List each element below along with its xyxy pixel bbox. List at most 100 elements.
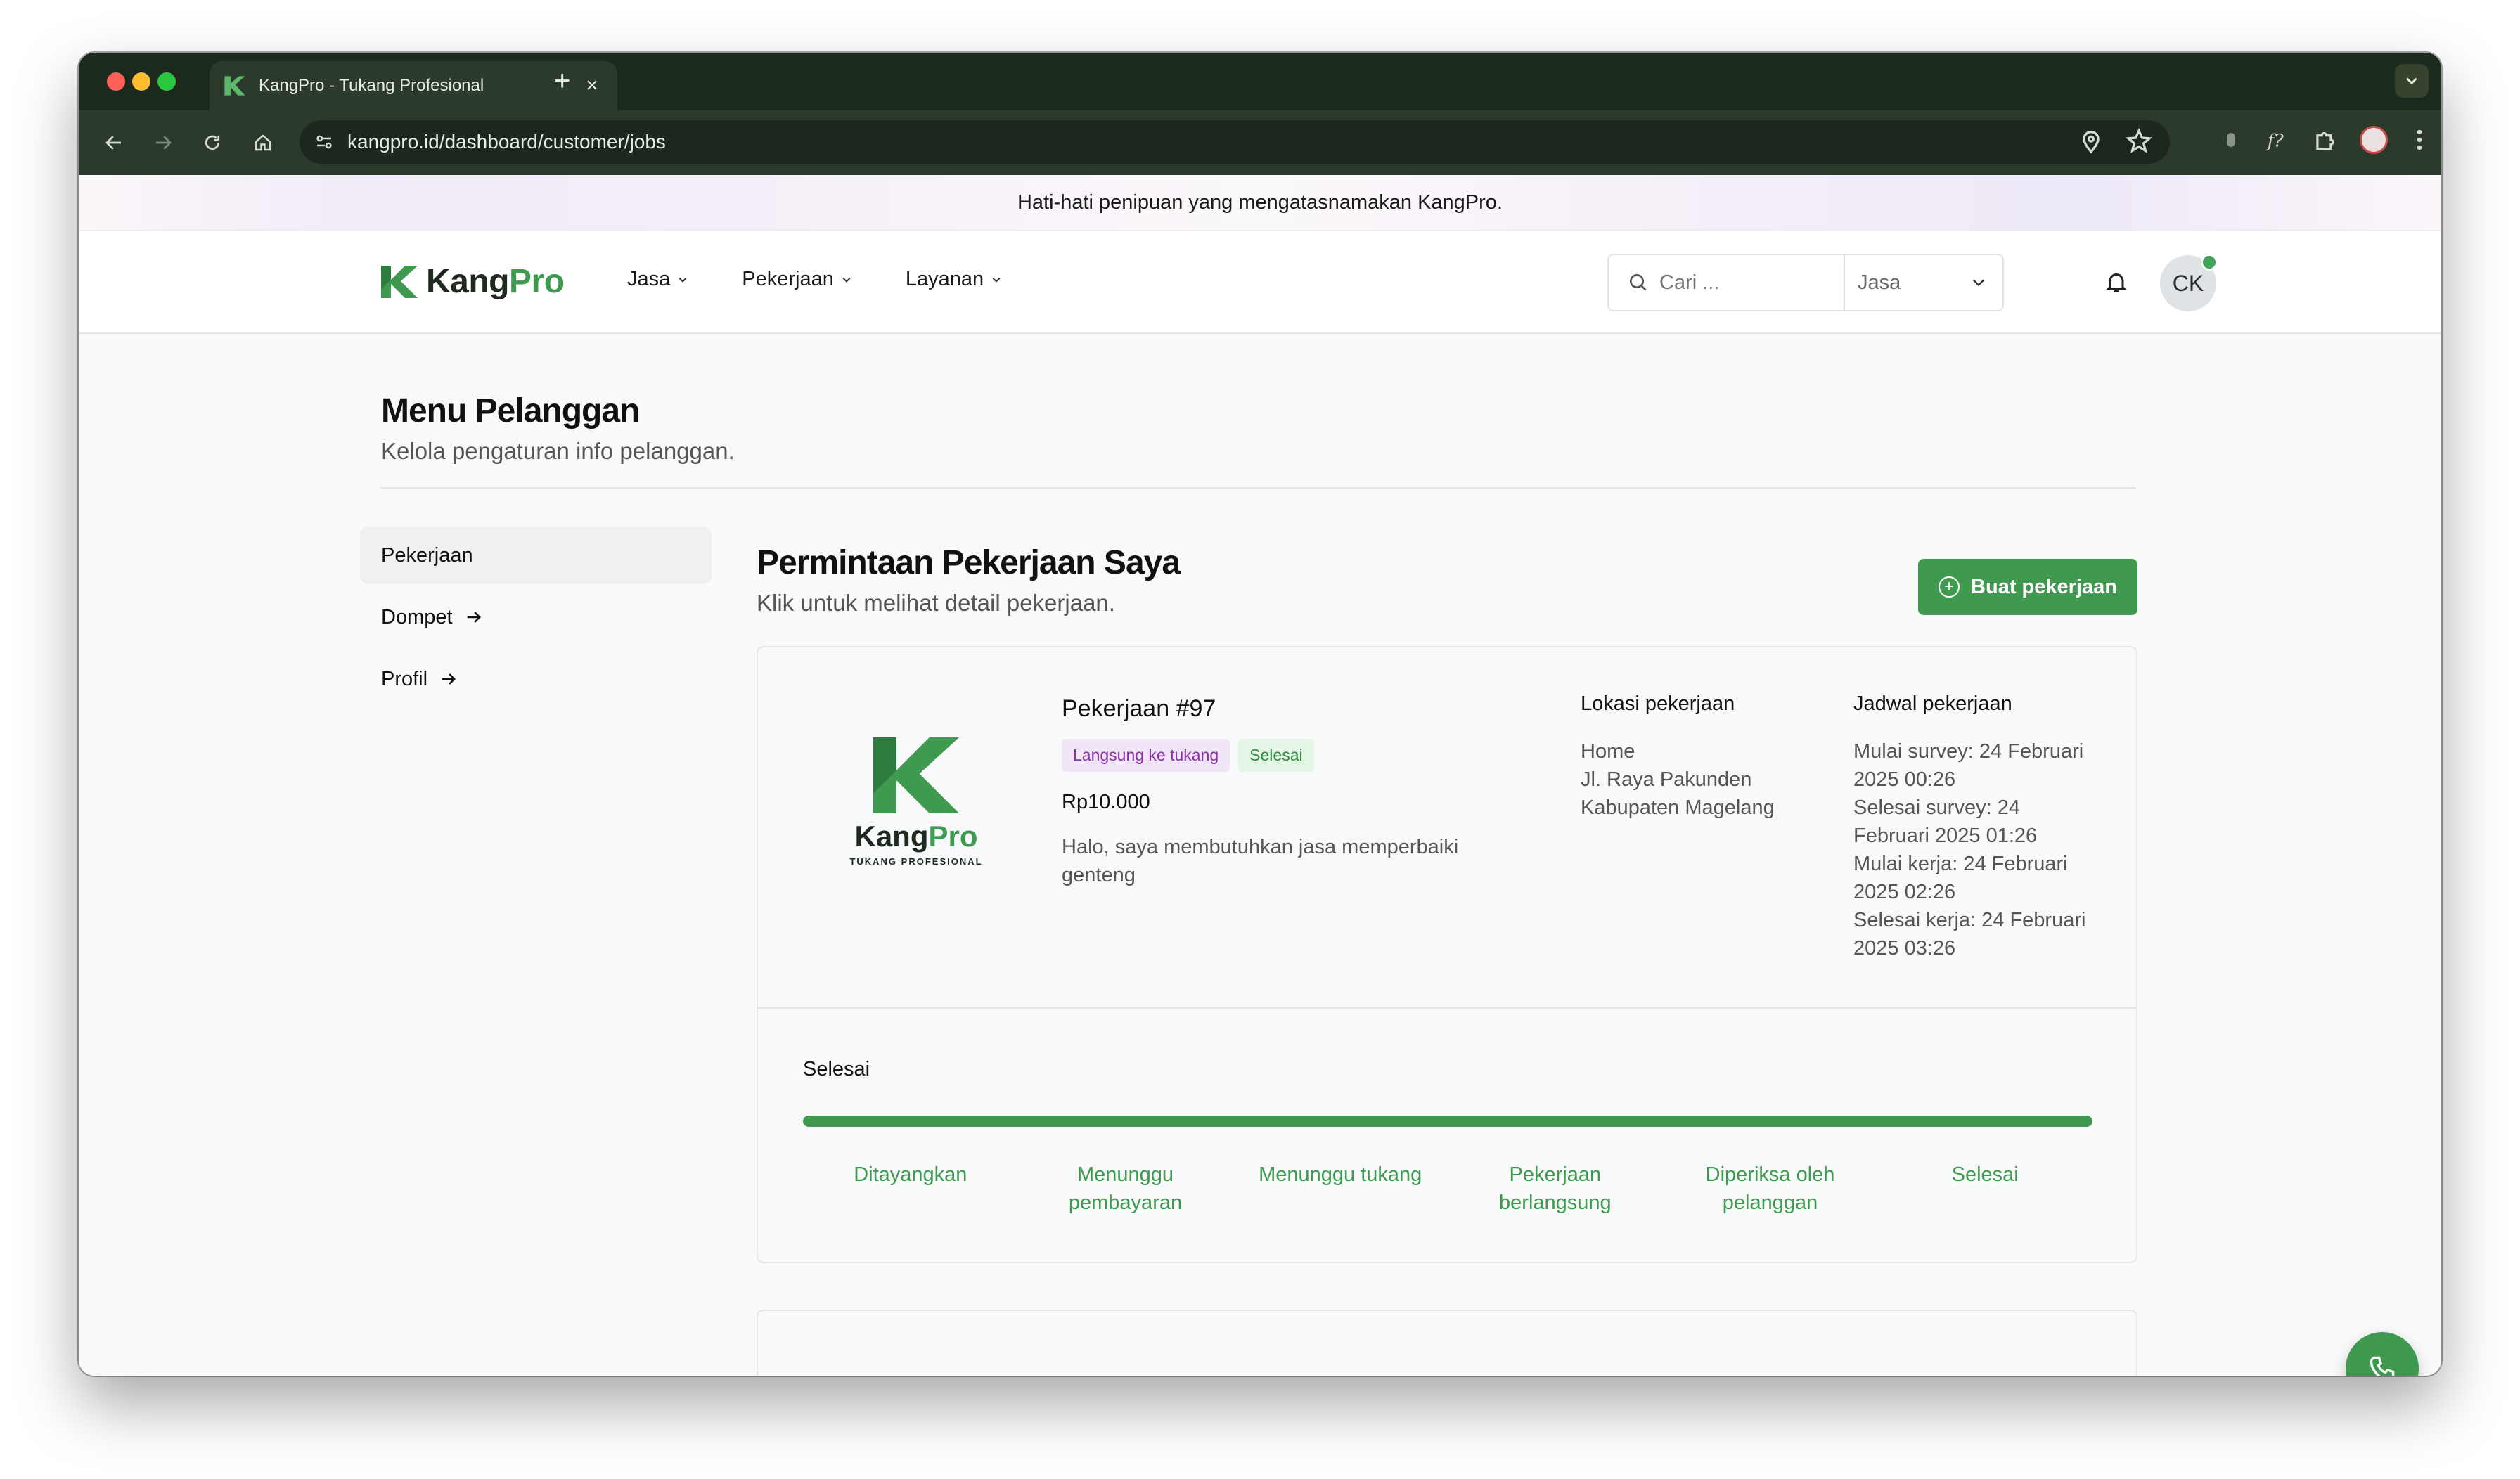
extension-icon[interactable] <box>2219 128 2243 152</box>
back-button[interactable] <box>98 127 129 158</box>
bookmark-star-icon[interactable] <box>2125 127 2153 155</box>
puzzle-extensions-icon[interactable] <box>2312 127 2339 153</box>
job-card[interactable] <box>757 1310 2138 1376</box>
progress-step: Pekerjaan berlangsung <box>1499 1163 1612 1214</box>
profile-avatar[interactable] <box>2360 126 2388 154</box>
nav-jasa[interactable]: Jasa <box>627 268 688 291</box>
address-bar[interactable]: kangpro.id/dashboard/customer/jobs <box>300 120 2170 164</box>
customer-sidebar: Pekerjaan Dompet Profil <box>360 527 712 712</box>
nav-jasa-label: Jasa <box>627 268 671 290</box>
logo-text-pro: Pro <box>509 263 565 300</box>
new-tab-button[interactable]: + <box>554 65 570 96</box>
schedule-heading: Jadwal pekerjaan <box>1853 692 2012 715</box>
job-thumbnail: KangPro TUKANG PROFESIONAL <box>835 737 997 867</box>
progress-step: Selesai <box>1951 1163 2019 1186</box>
page-subtitle: Kelola pengaturan info pelanggan. <box>381 438 735 464</box>
arrow-left-icon <box>105 136 121 150</box>
chevron-down-icon <box>679 277 687 283</box>
browser-window: KangPro - Tukang Profesional × + kangpro… <box>79 53 2441 1376</box>
main-nav: Jasa Pekerjaan Layanan <box>627 268 1055 291</box>
job-description: Halo, saya membutuhkan jasa memperbaiki … <box>1062 836 1459 886</box>
tab-search-button[interactable] <box>2395 64 2429 98</box>
kangpro-logo-icon <box>873 737 959 813</box>
svg-text:f?: f? <box>2266 130 2284 151</box>
schedule-line: Mulai survey: 24 Februari <box>1853 740 2084 763</box>
location-line: Jl. Raya Pakunden <box>1581 768 1752 791</box>
job-logo-tagline: TUKANG PROFESIONAL <box>849 856 983 867</box>
location-pin-icon[interactable] <box>2077 127 2105 155</box>
reload-icon <box>205 135 220 150</box>
close-window-button[interactable] <box>107 72 125 91</box>
sidebar-item-profil[interactable]: Profil <box>360 650 712 708</box>
job-progress-fill <box>803 1116 2092 1127</box>
nav-pekerjaan[interactable]: Pekerjaan <box>742 268 852 291</box>
job-logo-word: KangPro <box>835 820 997 853</box>
kebab-menu-icon[interactable] <box>2409 127 2430 153</box>
bell-icon <box>2106 273 2127 292</box>
url-text: kangpro.id/dashboard/customer/jobs <box>347 131 666 153</box>
card-divider <box>758 1007 2136 1009</box>
schedule-line: 2025 00:26 <box>1853 768 1956 791</box>
progress-step: Menunggu pembayaran <box>1068 1163 1183 1214</box>
location-heading: Lokasi pekerjaan <box>1581 692 1735 715</box>
progress-step: Menunggu tukang <box>1259 1163 1422 1186</box>
job-price: Rp10.000 <box>1062 791 1150 813</box>
site-header: KangPro Jasa Pekerjaan Layanan Cari ... … <box>79 231 2441 334</box>
chevron-down-icon <box>2406 77 2417 85</box>
search-icon <box>1630 274 1647 291</box>
reload-button[interactable] <box>197 127 228 158</box>
kangpro-logo-icon <box>381 265 418 298</box>
chevron-down-icon <box>842 277 851 283</box>
search-input[interactable] <box>1659 271 1849 295</box>
create-job-button[interactable]: + Buat pekerjaan <box>1918 559 2138 615</box>
sidebar-item-dompet[interactable]: Dompet <box>360 588 712 646</box>
chevron-down-icon <box>992 277 1001 283</box>
page-title: Menu Pelanggan <box>381 392 640 430</box>
search-box: Jasa <box>1607 254 2004 311</box>
create-job-label: Buat pekerjaan <box>1971 575 2117 598</box>
home-button[interactable] <box>248 127 278 158</box>
job-logo-pro: Pro <box>928 820 978 853</box>
sidebar-item-pekerjaan[interactable]: Pekerjaan <box>360 527 712 584</box>
minimize-window-button[interactable] <box>132 72 150 91</box>
tab-close-icon[interactable]: × <box>579 74 605 98</box>
progress-step: Diperiksa oleh pelanggan <box>1705 1163 1835 1214</box>
nav-layanan[interactable]: Layanan <box>906 268 1002 291</box>
forward-button[interactable] <box>148 127 179 158</box>
arrow-right-icon <box>467 612 481 623</box>
plus-circle-icon: + <box>1939 576 1960 598</box>
site-settings-icon[interactable] <box>314 131 335 153</box>
user-avatar[interactable]: CK <box>2160 254 2218 311</box>
tab-title: KangPro - Tukang Profesional <box>259 76 484 95</box>
job-type-badge: Langsung ke tukang <box>1062 739 1230 772</box>
search-category-select[interactable]: Jasa <box>1844 255 2004 310</box>
job-title: Pekerjaan #97 <box>1062 695 1216 722</box>
job-status-badge: Selesai <box>1238 739 1314 772</box>
sidebar-item-label: Profil <box>381 667 428 690</box>
user-initials: CK <box>2172 270 2204 296</box>
site-logo[interactable]: KangPro <box>381 262 565 301</box>
logo-text-kang: Kang <box>426 263 510 300</box>
schedule-line: Februari 2025 01:26 <box>1853 825 2038 847</box>
search-category-value: Jasa <box>1858 271 1901 294</box>
maximize-window-button[interactable] <box>158 72 176 91</box>
jobs-section-subtitle: Klik untuk melihat detail pekerjaan. <box>757 590 1115 616</box>
formula-extension-icon[interactable]: f? <box>2264 127 2291 153</box>
call-button[interactable] <box>2346 1332 2419 1376</box>
schedule-details: Mulai survey: 24 Februari 2025 00:26 Sel… <box>1853 737 2085 962</box>
jobs-section-title: Permintaan Pekerjaan Saya <box>757 544 1181 581</box>
sidebar-item-label: Dompet <box>381 605 453 628</box>
arrow-right-icon <box>442 673 456 685</box>
browser-tabbar: KangPro - Tukang Profesional × + <box>79 53 2441 110</box>
location-details: Home Jl. Raya Pakunden Kabupaten Magelan… <box>1581 737 1775 822</box>
nav-pekerjaan-label: Pekerjaan <box>742 268 834 290</box>
home-icon <box>255 134 271 151</box>
notifications-button[interactable] <box>2104 269 2129 298</box>
progress-step: Ditayangkan <box>854 1163 968 1186</box>
arrow-right-icon <box>156 136 172 150</box>
schedule-line: 2025 02:26 <box>1853 881 1956 903</box>
phone-icon <box>2370 1356 2395 1376</box>
job-badges: Langsung ke tukang Selesai <box>1062 739 1314 772</box>
job-card[interactable]: KangPro TUKANG PROFESIONAL Pekerjaan #97… <box>757 646 2138 1263</box>
nav-layanan-label: Layanan <box>905 268 984 290</box>
